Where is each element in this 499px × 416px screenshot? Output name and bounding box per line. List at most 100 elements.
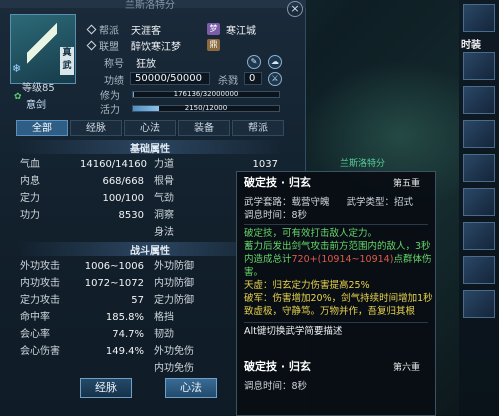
kill-label: 杀戮 (218, 75, 238, 87)
equip-slot-1[interactable] (463, 52, 495, 80)
stat-label: 洞察 (154, 210, 174, 221)
stat-value: 8530 (118, 210, 144, 221)
stat-label: 身法 (154, 227, 174, 238)
next-skill-title: 破定技 · 归玄 (244, 360, 311, 373)
cultivation-row: 修为 176136/32000000 (100, 89, 280, 102)
stat-label: 内息 (20, 176, 40, 187)
vitality-text: 2150/12000 (184, 103, 228, 112)
vitality-row: 活力 2150/12000 (100, 103, 280, 116)
kill-info-icon[interactable]: ⚔ (268, 72, 282, 86)
stat-label: 根骨 (154, 176, 174, 187)
alliance-row: 联盟 醉饮寒江梦 鼎 (86, 38, 220, 53)
server-name: 寒江城 (226, 25, 256, 37)
skill-desc-4: 害。 (244, 267, 264, 278)
meridian-button[interactable]: 经脉 (80, 378, 132, 398)
cultivation-label: 修为 (100, 90, 120, 102)
vitality-bar: 2150/12000 (132, 103, 280, 112)
sword-emblem-icon (27, 23, 57, 67)
faction-value[interactable]: 天涯客 (131, 22, 197, 37)
share-icon[interactable]: ☁ (268, 55, 282, 69)
stat-value: 149.4% (105, 346, 144, 357)
skill-desc-3a: 内造成总计 (244, 254, 292, 265)
skill-cooldown: 调息时间：8秒 (244, 210, 308, 221)
costume-icon[interactable] (463, 4, 495, 32)
faction-label: 帮派 (99, 25, 119, 37)
snowflake-icon: ❄ (12, 62, 22, 75)
stat-value: 100/100 (102, 193, 144, 204)
edit-icon[interactable]: ✎ (247, 55, 261, 69)
cultivation-text: 176136/32000000 (173, 89, 239, 98)
divider (244, 322, 428, 323)
merit-label: 功绩 (104, 75, 124, 87)
stat-label: 会心率 (20, 329, 50, 340)
skill-title: 破定技 · 归玄 (244, 176, 311, 189)
skill-tooltip: 破定技 · 归玄 第五重 武学套路：载营守魄 武学类型：招式 调息时间：8秒 破… (236, 171, 436, 416)
title-value[interactable]: 狂放 (136, 55, 156, 70)
equip-slot-2[interactable] (463, 86, 495, 114)
tab-equipment[interactable]: 装备 (178, 120, 230, 136)
alliance-badge-icon: 鼎 (207, 39, 220, 51)
equip-slot-4[interactable] (463, 154, 495, 182)
next-skill-rank: 第六重 (392, 363, 420, 373)
skill-bonus-3: 致虚极，守静笃。万物并作，吾复归其根 (244, 306, 416, 317)
diamond-icon (86, 40, 97, 50)
skill-desc-3c: 点群体伤 (393, 254, 432, 265)
scene-player-name: 兰斯洛特分 (340, 159, 386, 169)
basic-attributes-title: 基础属性 (16, 140, 284, 155)
skill-meta: 武学套路：载营守魄 武学类型：招式 (244, 196, 428, 209)
stat-label: 定力 (20, 193, 40, 204)
title-row: 称号 狂放 (100, 55, 156, 70)
stance-icon: ✿ (14, 92, 22, 102)
merit-value: 50000/50000 (130, 72, 210, 85)
right-sidebar: 时装 (459, 0, 499, 416)
skill-desc-2: 蓄力后发出剑气攻击前方范围内的敌人，3秒 (244, 241, 431, 252)
tab-guild[interactable]: 帮派 (232, 120, 284, 136)
stat-label: 会心伤害 (20, 346, 60, 357)
stat-label: 功力 (20, 210, 40, 221)
stat-label: 力道 (154, 159, 174, 170)
school-tag: 真武 (60, 47, 74, 75)
stat-label: 格挡 (154, 312, 174, 323)
equip-slot-3[interactable] (463, 120, 495, 148)
stat-label: 内功攻击 (20, 278, 60, 289)
tab-meridian[interactable]: 经脉 (70, 120, 122, 136)
skill-kind: 武学类型：招式 (346, 197, 414, 208)
stat-label: 命中率 (20, 312, 50, 323)
kill-value: 0 (244, 72, 262, 85)
skill-desc-1: 破定技，可有效打击敌人定力。 (244, 228, 378, 239)
equip-slot-7[interactable] (463, 256, 495, 284)
divider (244, 224, 428, 225)
stat-label: 内功防御 (154, 278, 194, 289)
skill-bonus-2: 破军：伤害增加20%，剑气持续时间增加1秒 (244, 293, 433, 304)
stat-value: 14160/14160 (80, 159, 147, 170)
stat-label: 韧劲 (154, 329, 174, 340)
stance-label: 意剑 (26, 100, 46, 111)
alliance-value[interactable]: 醉饮寒江梦 (131, 38, 197, 53)
stat-label: 外功免伤 (154, 346, 194, 357)
stat-value: 1006~1006 (84, 261, 144, 272)
skill-hint: Alt键切换武学简要描述 (244, 326, 343, 337)
equip-slot-6[interactable] (463, 222, 495, 250)
stat-label: 外功防御 (154, 261, 194, 272)
title-bar: 兰斯洛特分 (0, 0, 306, 11)
equip-slot-5[interactable] (463, 188, 495, 216)
stat-label: 内功免伤 (154, 363, 194, 374)
player-level: 等级85 (22, 83, 55, 94)
equip-slot-8[interactable] (463, 290, 495, 318)
stat-value: 668/668 (102, 176, 144, 187)
skill-desc-3: 内造成总计720+(10914~10914)点群体伤 (244, 253, 432, 266)
mind-method-button[interactable]: 心法 (165, 378, 217, 398)
window-title: 兰斯洛特分 (125, 0, 175, 11)
tab-mind-method[interactable]: 心法 (124, 120, 176, 136)
stat-value: 185.8% (105, 312, 144, 323)
stat-value: 1072~1072 (84, 278, 144, 289)
vitality-label: 活力 (100, 104, 120, 116)
attribute-tabs: 全部 经脉 心法 装备 帮派 (16, 120, 284, 136)
skill-rank: 第五重 (392, 179, 420, 189)
skill-damage: 720+(10914~10914) (291, 254, 394, 265)
cultivation-bar: 176136/32000000 (132, 89, 280, 98)
stat-label: 定力防御 (154, 295, 194, 306)
merit-row: 功绩 (100, 72, 130, 87)
tab-all[interactable]: 全部 (16, 120, 68, 136)
close-button[interactable]: × (287, 1, 303, 17)
